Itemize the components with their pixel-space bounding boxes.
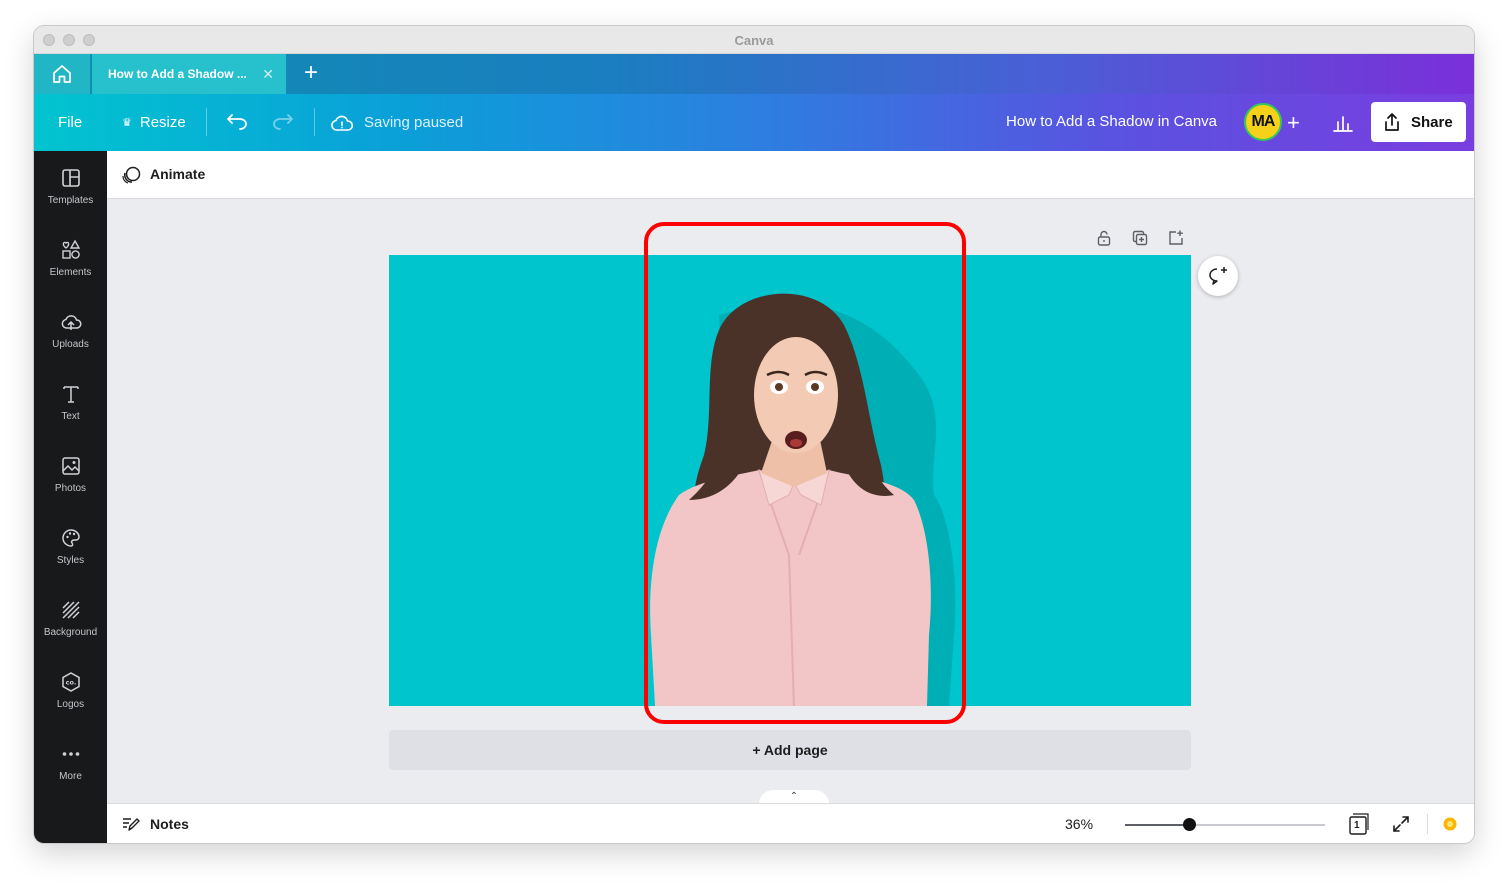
- add-comment-button[interactable]: [1198, 256, 1238, 296]
- sidebar-item-label: Photos: [54, 483, 87, 494]
- zoom-level[interactable]: 36%: [1065, 816, 1093, 832]
- sidebar-item-uploads[interactable]: Uploads: [34, 295, 107, 367]
- sidebar-item-label: More: [59, 771, 82, 782]
- sidebar-item-label: Styles: [56, 555, 85, 566]
- templates-icon: [61, 169, 80, 187]
- insights-button[interactable]: [1332, 94, 1354, 151]
- sidebar-item-logos[interactable]: co. Logos: [34, 655, 107, 727]
- close-tab-icon[interactable]: ✕: [262, 66, 274, 83]
- context-toolbar: Animate: [107, 151, 1474, 199]
- share-label: Share: [1411, 113, 1453, 131]
- redo-icon: [273, 113, 293, 130]
- logos-icon: co.: [61, 672, 80, 692]
- redo-button[interactable]: [272, 94, 294, 151]
- sidebar-item-styles[interactable]: Styles: [34, 511, 107, 583]
- crown-icon: ♛: [122, 117, 132, 129]
- bar-chart-icon: [1333, 115, 1353, 132]
- sidebar-item-label: Background: [43, 627, 98, 638]
- title-bar: Canva: [34, 26, 1474, 54]
- selection-highlight: [644, 222, 966, 724]
- avatar[interactable]: MA: [1244, 103, 1282, 141]
- elements-icon: [61, 239, 80, 259]
- home-tab[interactable]: [34, 54, 90, 94]
- share-icon: [1385, 113, 1399, 131]
- notes-button[interactable]: Notes: [150, 816, 189, 832]
- footer-bar: Notes 36% 1: [107, 803, 1474, 843]
- sidebar-item-label: Templates: [47, 195, 94, 206]
- photos-icon: [61, 457, 80, 475]
- app-window: Canva How to Add a Shadow ... ✕ + File ♛…: [34, 26, 1474, 843]
- notes-icon[interactable]: [121, 815, 141, 833]
- sidebar-item-elements[interactable]: Elements: [34, 223, 107, 295]
- sidebar-item-background[interactable]: Background: [34, 583, 107, 655]
- zoom-slider-handle[interactable]: [1183, 818, 1196, 831]
- add-page-icon[interactable]: [1167, 229, 1185, 247]
- tab-bar: How to Add a Shadow ... ✕ +: [34, 54, 1474, 94]
- chevron-up-icon: ⌃: [789, 791, 799, 802]
- document-tab[interactable]: How to Add a Shadow ... ✕: [92, 54, 286, 94]
- add-collaborator-button[interactable]: +: [1287, 94, 1300, 151]
- toolbar-divider: [314, 108, 315, 136]
- comment-icon: [1209, 267, 1227, 285]
- save-status[interactable]: Saving paused: [330, 94, 463, 151]
- canva-credits-icon[interactable]: [1442, 816, 1458, 832]
- home-icon: [53, 65, 71, 83]
- sidebar-item-label: Text: [61, 411, 80, 422]
- file-menu-label: File: [58, 114, 83, 131]
- text-icon: [62, 386, 79, 403]
- file-menu-button[interactable]: File: [58, 94, 82, 151]
- animate-button[interactable]: Animate: [150, 166, 205, 182]
- animate-icon[interactable]: [120, 164, 142, 186]
- divider: [1427, 814, 1428, 834]
- new-tab-button[interactable]: +: [296, 60, 326, 88]
- cloud-icon: [331, 115, 354, 131]
- share-button[interactable]: Share: [1371, 102, 1466, 142]
- svg-text:co.: co.: [65, 679, 76, 687]
- fullscreen-icon[interactable]: [1391, 814, 1411, 834]
- zoom-slider-track[interactable]: [1125, 824, 1325, 826]
- sidebar-item-templates[interactable]: Templates: [34, 151, 107, 223]
- sidebar-item-label: Elements: [49, 267, 92, 278]
- document-title[interactable]: How to Add a Shadow in Canva: [1006, 113, 1217, 130]
- undo-icon: [227, 113, 247, 130]
- canvas-area: + Add page ⌃: [107, 199, 1474, 804]
- add-page-button[interactable]: + Add page: [389, 730, 1191, 770]
- uploads-icon: [61, 315, 81, 330]
- sidebar-item-text[interactable]: Text: [34, 367, 107, 439]
- more-icon: [62, 752, 79, 756]
- object-panel-sidebar: Templates Elements Uploads Text Photos S…: [34, 151, 107, 843]
- zoom-slider-fill: [1125, 824, 1189, 826]
- editor-toolbar: File ♛ Resize Saving paused How to Add a…: [34, 94, 1474, 151]
- background-icon: [61, 601, 80, 619]
- toolbar-divider: [206, 108, 207, 136]
- sidebar-item-more[interactable]: More: [34, 727, 107, 799]
- show-pages-toggle[interactable]: ⌃: [759, 790, 829, 804]
- duplicate-page-icon[interactable]: [1131, 229, 1149, 247]
- window-title: Canva: [734, 33, 774, 48]
- resize-button[interactable]: ♛ Resize: [122, 94, 186, 151]
- sidebar-item-label: Uploads: [52, 339, 89, 350]
- page-number: 1: [1354, 820, 1360, 831]
- undo-button[interactable]: [226, 94, 248, 151]
- styles-icon: [61, 529, 80, 547]
- page-count-button[interactable]: 1: [1348, 812, 1370, 836]
- resize-label: Resize: [139, 114, 186, 131]
- sidebar-item-label: Logos: [56, 699, 85, 710]
- document-tab-label: How to Add a Shadow ...: [108, 67, 247, 81]
- lock-page-icon[interactable]: [1095, 229, 1113, 247]
- sidebar-item-photos[interactable]: Photos: [34, 439, 107, 511]
- saving-status-label: Saving paused: [364, 114, 464, 131]
